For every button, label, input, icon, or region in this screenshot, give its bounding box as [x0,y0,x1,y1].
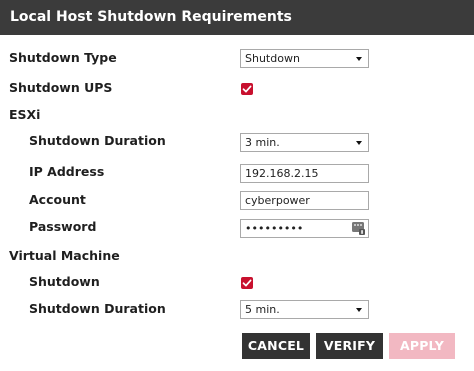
password-label: Password [29,219,97,234]
esxi-shutdown-duration-value: 3 min. [245,136,280,149]
vm-shutdown-checkbox[interactable] [241,277,253,289]
vm-shutdown-duration-label: Shutdown Duration [29,301,166,316]
shutdown-type-label: Shutdown Type [9,50,117,65]
vm-shutdown-label: Shutdown [29,274,100,289]
account-input[interactable]: cyberpower [240,191,369,210]
dialog-title: Local Host Shutdown Requirements [0,0,474,35]
password-value: ••••••••• [245,222,304,235]
checkmark-icon [242,279,252,287]
shutdown-type-select[interactable]: Shutdown [240,49,369,68]
virtual-machine-heading: Virtual Machine [9,248,120,263]
shutdown-ups-label: Shutdown UPS [9,80,113,95]
chevron-down-icon [356,308,362,312]
verify-button[interactable]: VERIFY [316,333,383,359]
esxi-shutdown-duration-select[interactable]: 3 min. [240,133,369,152]
chevron-down-icon [356,57,362,61]
password-input[interactable]: ••••••••• [240,219,369,238]
ip-address-label: IP Address [29,164,105,179]
apply-button[interactable]: APPLY [389,333,455,359]
esxi-shutdown-duration-label: Shutdown Duration [29,133,166,148]
account-label: Account [29,192,86,207]
vm-shutdown-duration-select[interactable]: 5 min. [240,300,369,319]
vm-shutdown-duration-value: 5 min. [245,303,280,316]
ip-address-input[interactable]: 192.168.2.15 [240,164,369,183]
esxi-heading: ESXi [9,107,41,122]
checkmark-icon [242,85,252,93]
shutdown-type-value: Shutdown [245,52,300,65]
shutdown-ups-checkbox[interactable] [241,83,253,95]
chevron-down-icon [356,141,362,145]
account-value: cyberpower [245,194,310,207]
ip-address-value: 192.168.2.15 [245,167,319,180]
keyboard-icon[interactable] [352,222,365,235]
cancel-button[interactable]: CANCEL [242,333,310,359]
